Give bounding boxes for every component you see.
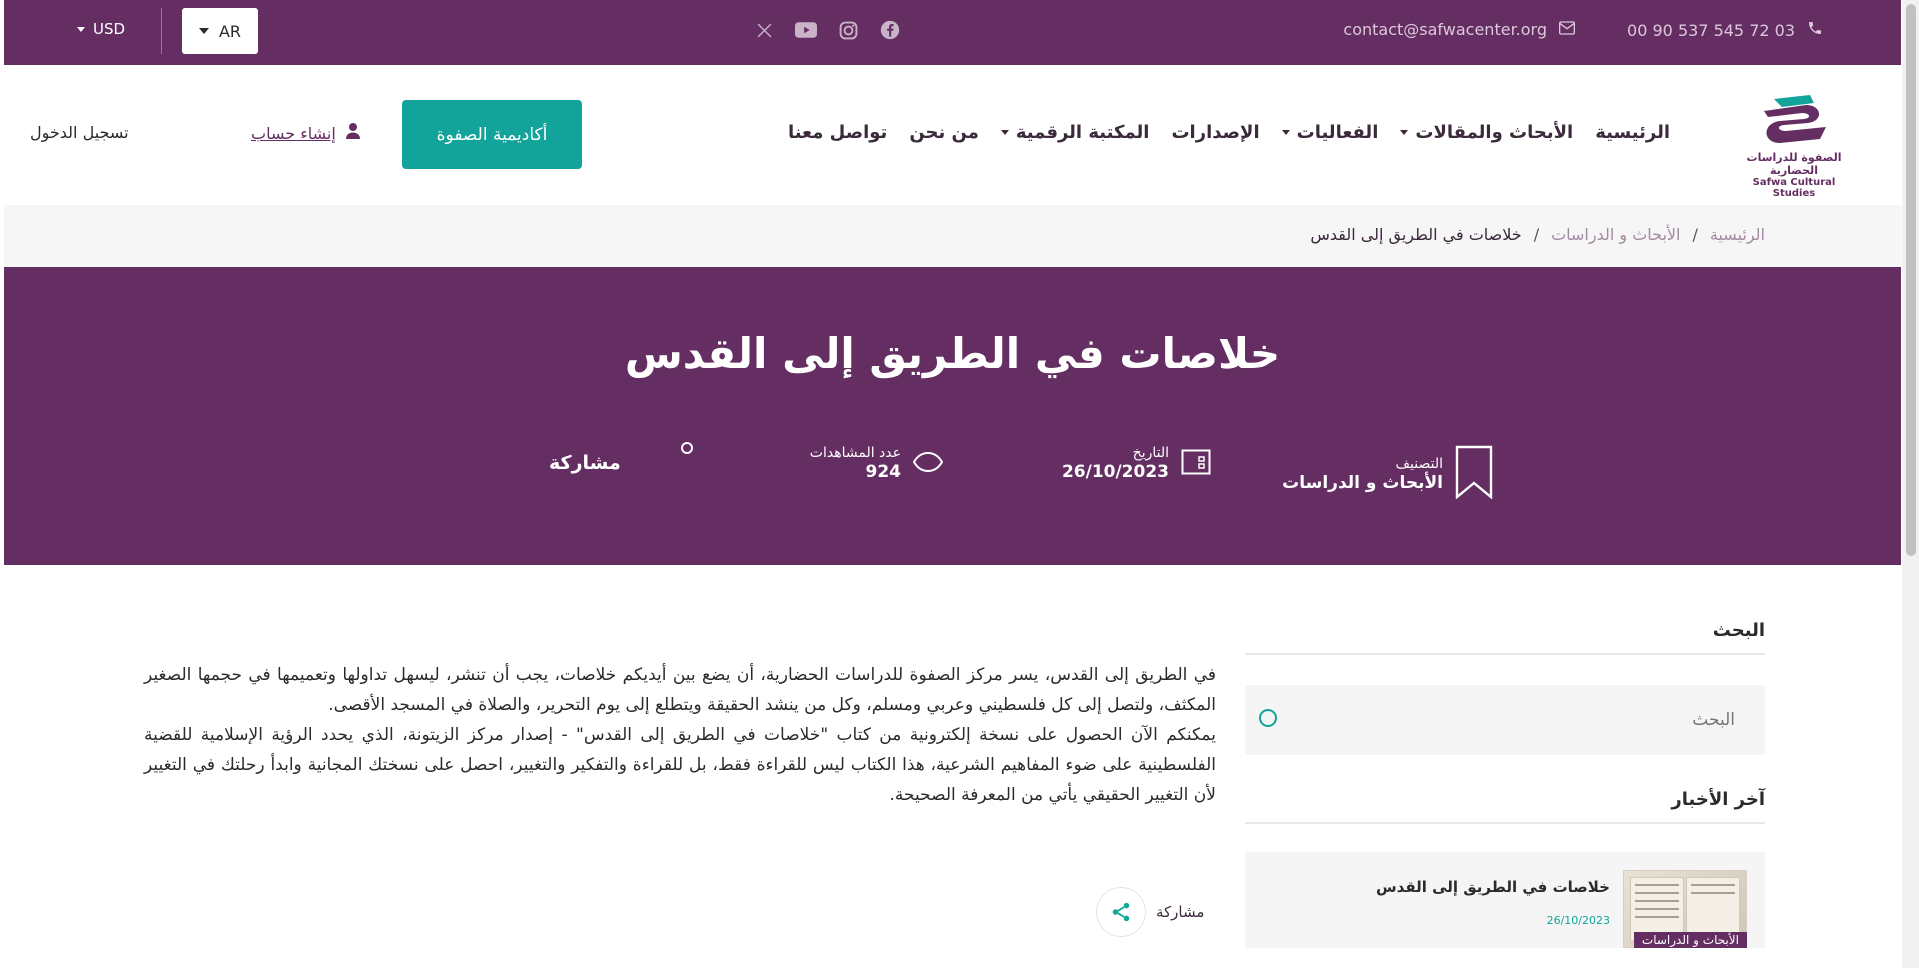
currency-selector[interactable]: USD xyxy=(77,20,125,38)
chevron-down-icon xyxy=(1400,130,1409,135)
email-contact[interactable]: contact@safwacenter.org xyxy=(1343,20,1575,39)
nav-label: الأبحاث والمقالات xyxy=(1415,122,1574,143)
meta-category: التصنيف الأبحاث و الدراسات xyxy=(1282,445,1493,503)
page-title: خلاصات في الطريق إلى القدس xyxy=(624,329,1281,378)
email-address: contact@safwacenter.org xyxy=(1343,20,1547,39)
sidebar: البحث آخر الأخبار الأبحاث و الدراسات خلا… xyxy=(1245,620,1765,948)
logo-text-english: Safwa Cultural Studies xyxy=(1752,177,1836,199)
currency-value: USD xyxy=(93,20,126,38)
eye-icon xyxy=(912,451,944,476)
news-title[interactable]: خلاصات في الطريق إلى القدس xyxy=(1376,878,1610,896)
calendar-icon xyxy=(1181,449,1211,479)
date-value: 26/10/2023 xyxy=(1061,462,1169,482)
breadcrumb-current: خلاصات في الطريق إلى القدس xyxy=(1310,225,1522,244)
academy-button[interactable]: أكاديمية الصفوة xyxy=(402,100,582,169)
main-nav: الرئيسية الأبحاث والمقالات الفعاليات الإ… xyxy=(788,122,1670,143)
chevron-down-icon xyxy=(77,26,85,32)
breadcrumb-bar: الرئيسية / الأبحاث و الدراسات / خلاصات ف… xyxy=(4,205,1901,267)
nav-item-events[interactable]: الفعاليات xyxy=(1281,122,1379,143)
nav-label: الإصدارات xyxy=(1171,122,1260,143)
nav-item-research[interactable]: الأبحاث والمقالات xyxy=(1400,122,1573,143)
share-icon xyxy=(1112,902,1130,922)
top-bar: 00 90 537 545 72 03 contact@safwacenter.… xyxy=(4,0,1901,65)
news-item[interactable]: الأبحاث و الدراسات خلاصات في الطريق إلى … xyxy=(1245,852,1765,948)
nav-item-home[interactable]: الرئيسية xyxy=(1595,122,1670,143)
phone-icon xyxy=(1807,20,1823,40)
main-header: الصفوة للدراسات الحضارية Safwa Cultural … xyxy=(4,65,1901,205)
category-label: التصنيف xyxy=(1395,455,1443,472)
breadcrumb: الرئيسية / الأبحاث و الدراسات / خلاصات ف… xyxy=(1310,225,1765,244)
news-category-badge: الأبحاث و الدراسات xyxy=(1633,932,1747,948)
news-date: 26/10/2023 xyxy=(1546,914,1610,927)
article-hero: خلاصات في الطريق إلى القدس التصنيف الأبح… xyxy=(4,267,1901,565)
divider xyxy=(161,8,162,54)
hero-share[interactable]: مشاركة xyxy=(549,442,693,474)
category-value[interactable]: الأبحاث و الدراسات xyxy=(1282,473,1443,493)
nav-label: تواصل معنا xyxy=(787,122,888,143)
phone-contact[interactable]: 00 90 537 545 72 03 xyxy=(1627,20,1823,40)
date-label: التاريخ xyxy=(1132,445,1169,461)
x-icon[interactable] xyxy=(752,18,776,42)
nav-label: الرئيسية xyxy=(1595,122,1670,143)
search-heading: البحث xyxy=(1245,620,1765,655)
nav-item-about[interactable]: من نحن xyxy=(909,122,979,143)
chevron-down-icon xyxy=(198,28,209,34)
views-value: 924 xyxy=(865,462,902,482)
bookmark-icon xyxy=(1455,445,1493,503)
envelope-icon xyxy=(1559,20,1575,39)
logo-mark-icon xyxy=(1764,95,1826,143)
facebook-icon[interactable] xyxy=(878,18,902,42)
page-scrollbar[interactable] xyxy=(1902,0,1919,968)
breadcrumb-separator: / xyxy=(1533,225,1540,244)
logo-text-arabic: الصفوة للدراسات الحضارية xyxy=(1746,151,1842,177)
nav-label: الفعاليات xyxy=(1296,122,1379,143)
meta-date: التاريخ 26/10/2023 xyxy=(1062,445,1211,482)
share-icon xyxy=(680,442,693,454)
search-field xyxy=(1245,685,1765,755)
nav-item-contact[interactable]: تواصل معنا xyxy=(788,122,887,143)
article-share[interactable]: مشاركة xyxy=(1096,887,1204,937)
meta-views: عدد المشاهدات 924 xyxy=(809,445,944,482)
breadcrumb-separator: / xyxy=(1692,225,1698,244)
search-icon[interactable] xyxy=(1259,709,1277,727)
scrollbar-thumb[interactable] xyxy=(1906,4,1916,556)
phone-number: 00 90 537 545 72 03 xyxy=(1627,20,1795,40)
share-button[interactable] xyxy=(1096,887,1146,937)
language-value: AR xyxy=(218,21,242,41)
latest-news-heading: آخر الأخبار xyxy=(1245,789,1765,824)
youtube-icon[interactable] xyxy=(794,18,818,42)
user-icon xyxy=(345,123,360,143)
article-body: في الطريق إلى القدس، يسر مركز الصفوة للد… xyxy=(144,660,1216,810)
article-paragraph: يمكنكم الآن الحصول على نسخة إلكترونية من… xyxy=(144,725,1216,805)
language-selector[interactable]: AR xyxy=(182,8,258,54)
share-label: مشاركة xyxy=(1156,903,1205,921)
social-links xyxy=(752,18,902,42)
nav-label: المكتبة الرقمية xyxy=(1015,122,1150,143)
nav-label: من نحن xyxy=(909,122,979,143)
nav-item-digital-library[interactable]: المكتبة الرقمية xyxy=(1000,122,1150,143)
search-input[interactable] xyxy=(1245,685,1765,755)
register-link[interactable]: إنشاء حساب xyxy=(251,123,360,143)
breadcrumb-category[interactable]: الأبحاث و الدراسات xyxy=(1551,225,1680,244)
article-paragraph: في الطريق إلى القدس، يسر مركز الصفوة للد… xyxy=(144,665,1216,715)
register-label: إنشاء حساب xyxy=(251,123,336,143)
nav-item-publications[interactable]: الإصدارات xyxy=(1171,122,1259,143)
share-label: مشاركة xyxy=(549,452,621,474)
views-label: عدد المشاهدات xyxy=(809,445,901,461)
login-link[interactable]: تسجيل الدخول xyxy=(30,123,129,142)
chevron-down-icon xyxy=(1000,130,1009,135)
instagram-icon[interactable] xyxy=(836,18,860,42)
breadcrumb-home[interactable]: الرئيسية xyxy=(1710,225,1765,244)
site-logo[interactable]: الصفوة للدراسات الحضارية Safwa Cultural … xyxy=(1735,93,1853,199)
chevron-down-icon xyxy=(1281,130,1290,135)
